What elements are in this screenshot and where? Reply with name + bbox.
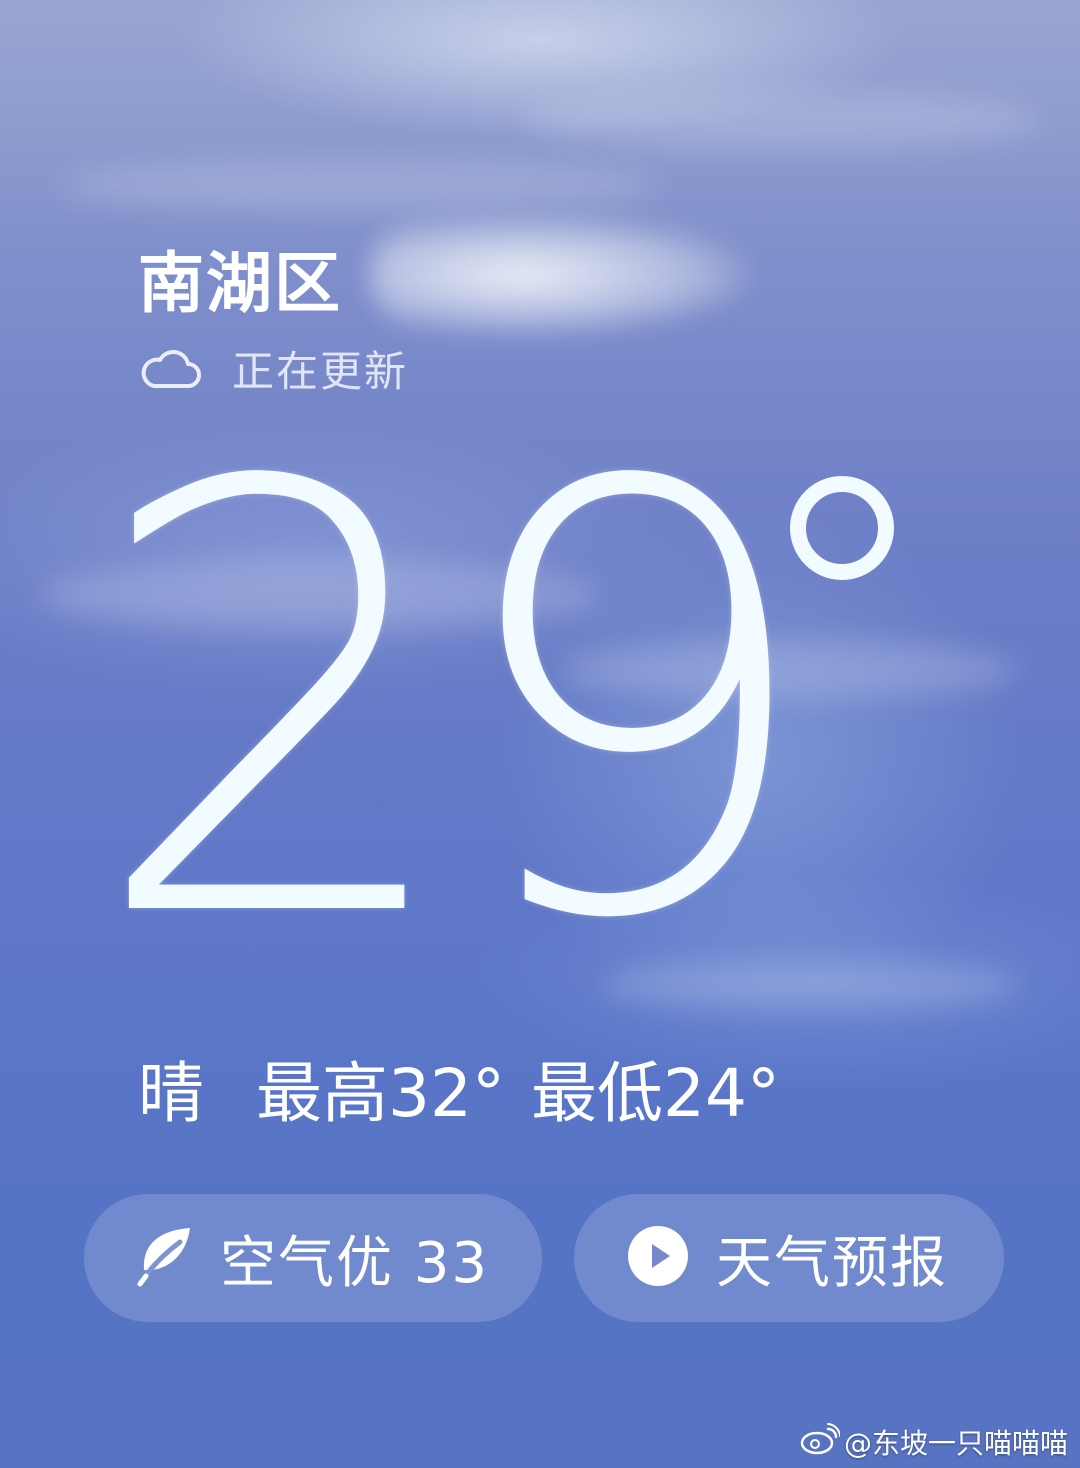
redacted-area [370,215,750,335]
air-quality-label: 空气优 33 [220,1230,490,1296]
play-icon [626,1224,690,1292]
location-name[interactable]: 南湖区 [138,244,342,324]
forecast-label: 天气预报 [716,1230,948,1296]
cloud-wisp [60,160,660,210]
forecast-video-button[interactable]: 天气预报 [574,1194,1004,1322]
low-temperature: 最低24° [530,1055,780,1132]
watermark-text: @东坡一只喵喵喵 [843,1427,1068,1460]
weather-summary: 晴 最高32° 最低24° [138,1054,780,1134]
cloud-wisp [520,90,1040,150]
weibo-icon [800,1422,844,1462]
current-temperature: 29 [88,361,821,1048]
watermark: @东坡一只喵喵喵 [800,1422,1068,1462]
air-quality-button[interactable]: 空气优 33 [84,1194,542,1322]
weather-condition: 晴 [138,1055,204,1132]
degree-symbol [790,476,894,580]
high-temperature: 最高32° [256,1055,505,1132]
leaf-icon [136,1224,194,1292]
